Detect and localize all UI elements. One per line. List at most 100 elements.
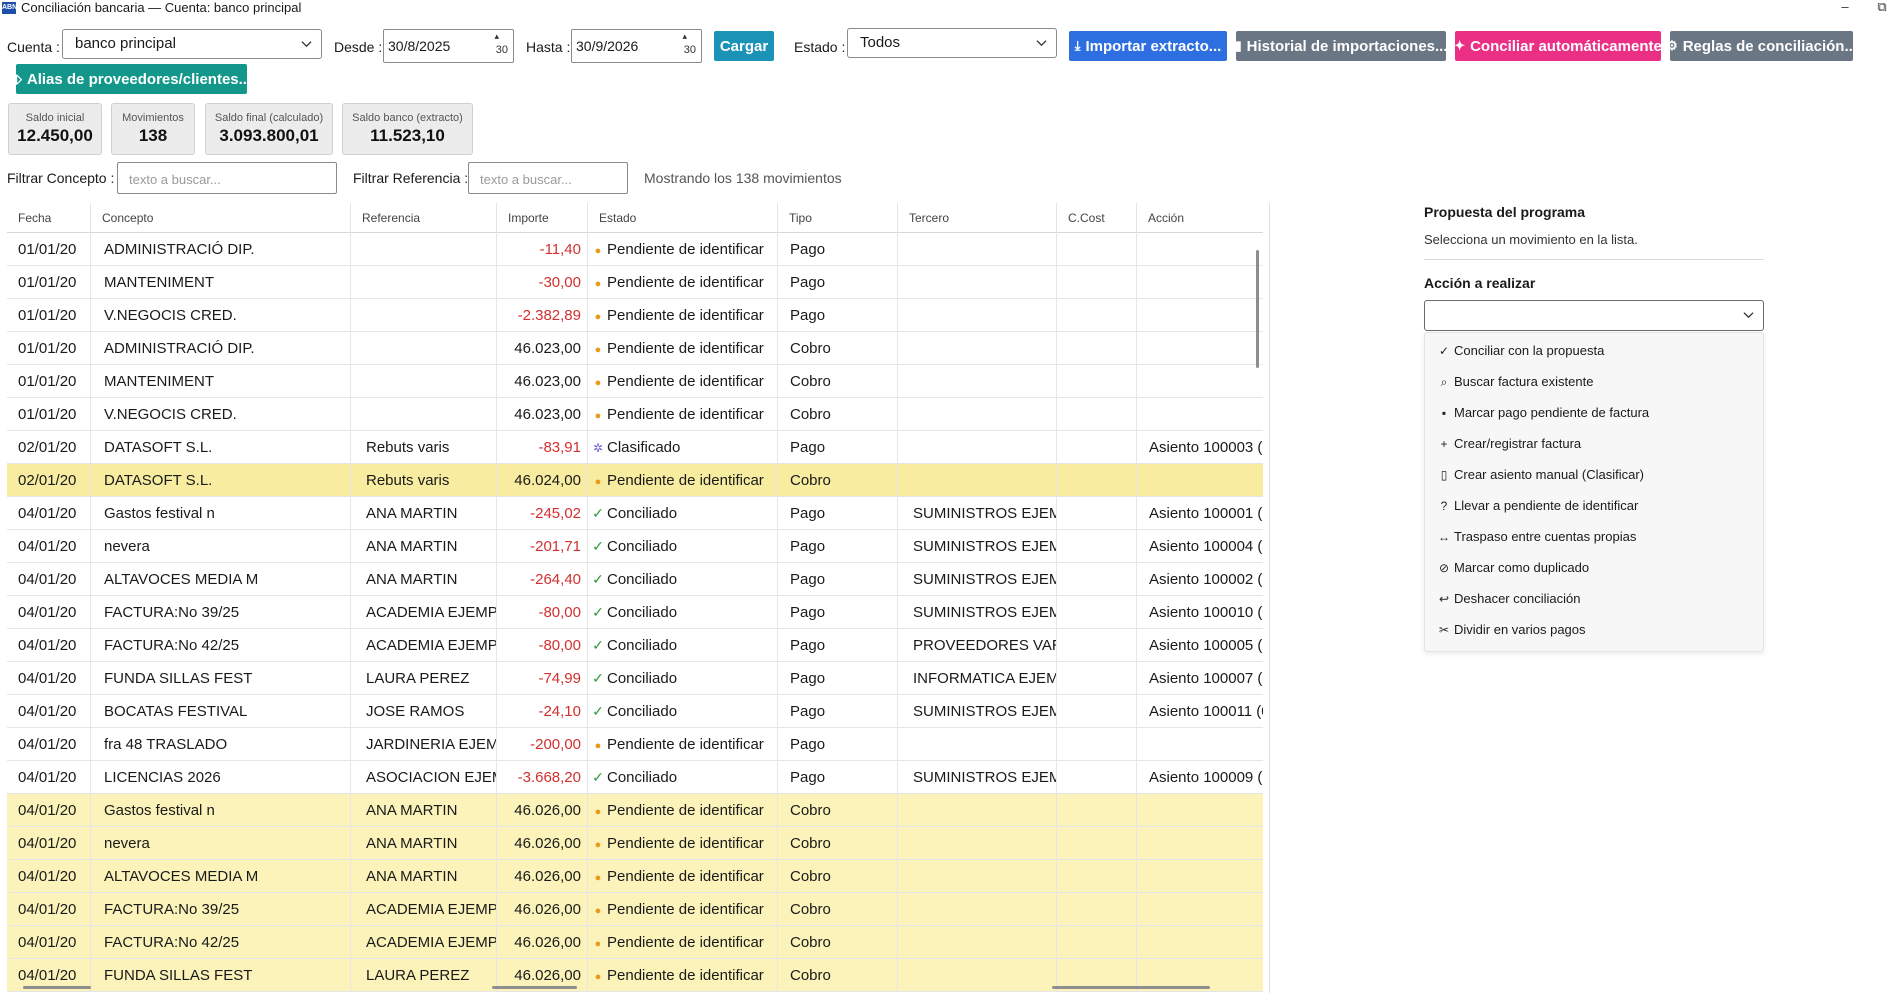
table-row[interactable]: 04/01/20 FACTURA:No 42/25 ACADEMIA EJEMPL 4… [7,926,1263,959]
cell-importe: -74,99 [497,662,588,695]
accion-option[interactable]: ⌕ Buscar factura existente [1436,374,1594,390]
estado-select-value: Todos [860,34,901,51]
horizontal-scrollbar[interactable] [23,986,91,989]
column-header-accion[interactable]: Acción [1137,203,1263,233]
accion-option[interactable]: ⊘ Marcar como duplicado [1436,560,1589,575]
horizontal-scrollbar[interactable] [1052,986,1210,989]
table-row[interactable]: 04/01/20 FACTURA:No 39/25 ACADEMIA EJEMPL 4… [7,893,1263,926]
cell-tercero [898,431,1057,464]
cuenta-select[interactable]: banco principal [62,29,322,59]
restore-button[interactable]: ⧉ [1862,0,1898,15]
accion-option[interactable]: ▯ Crear asiento manual (Clasificar) [1436,467,1644,482]
column-header-ccost[interactable]: C.Cost [1057,203,1137,233]
accion-option[interactable]: ▪ Marcar pago pendiente de factura [1436,405,1649,420]
table-row[interactable]: 04/01/20 Gastos festival n ANA MARTIN 46.02… [7,794,1263,827]
cell-ccost [1057,695,1137,728]
cell-accion [1137,398,1263,431]
accion-option[interactable]: ? Llevar a pendiente de identificar [1436,498,1639,513]
filtrar-referencia-input[interactable]: texto a buscar... [468,162,628,194]
table-header: Fecha Concepto Referencia Importe Estado… [7,203,1263,233]
accion-option[interactable]: ↔ Traspaso entre cuentas propias [1436,529,1636,544]
estado-select[interactable]: Todos [847,28,1057,58]
vertical-scrollbar[interactable] [1256,250,1259,368]
filtrar-concepto-input[interactable]: texto a buscar... [117,162,337,194]
table-row[interactable]: 01/01/20 V.NEGOCIS CRED. -2.382,89 ● Pendien… [7,299,1263,332]
card-value: 3.093.800,01 [219,126,319,145]
column-header-tipo[interactable]: Tipo [778,203,898,233]
accion-option[interactable]: ✂ Dividir en varios pagos [1436,622,1586,637]
minimize-button[interactable]: – [1825,0,1865,15]
alias-proveedores-button[interactable]: ⬖ Alias de proveedores/clientes... [12,64,251,94]
cell-referencia: JARDINERIA EJEM [351,728,497,761]
cargar-button[interactable]: Cargar [714,31,774,61]
table-row[interactable]: 01/01/20 V.NEGOCIS CRED. 46.023,00 ● Pendien… [7,398,1263,431]
cell-estado: ✓ Conciliado [588,662,778,695]
cell-tipo: Pago [778,497,898,530]
column-header-importe[interactable]: Importe [497,203,588,233]
cell-importe: -83,91 [497,431,588,464]
cell-estado: ✓ Conciliado [588,761,778,794]
historial-importaciones-button[interactable]: ▮ Historial de importaciones... [1234,31,1448,61]
cell-accion [1137,794,1263,827]
accion-option[interactable]: ✓ Conciliar con la propuesta [1436,343,1604,358]
cell-importe: 46.023,00 [497,398,588,431]
cell-referencia: ANA MARTIN [351,794,497,827]
table-body: 01/01/20 ADMINISTRACIÓ DIP. -11,40 ● Pendien… [7,233,1263,992]
cell-estado: ● Pendiente de identificar [588,926,778,959]
conciliar-auto-label: Conciliar automáticamente [1470,37,1662,55]
accion-select[interactable] [1424,300,1764,331]
table-row[interactable]: 04/01/20 FUNDA SILLAS FEST LAURA PEREZ -74,… [7,662,1263,695]
cell-fecha: 01/01/20 [7,299,91,332]
table-row[interactable]: 04/01/20 nevera ANA MARTIN 46.026,00 ● Pendie… [7,827,1263,860]
cell-tipo: Cobro [778,398,898,431]
table-row[interactable]: 02/01/20 DATASOFT S.L. Rebuts varis -83,91 ✲… [7,431,1263,464]
column-header-referencia[interactable]: Referencia [351,203,497,233]
question-icon: ? [1440,499,1448,513]
propuesta-text: Selecciona un movimiento en la lista. [1424,232,1638,247]
table-row[interactable]: 01/01/20 MANTENIMENT -30,00 ● Pendiente de i… [7,266,1263,299]
table-row[interactable]: 01/01/20 ADMINISTRACIÓ DIP. -11,40 ● Pendien… [7,233,1263,266]
table-row[interactable]: 04/01/20 FACTURA:No 42/25 ACADEMIA EJEMPL -… [7,629,1263,662]
reglas-conciliacion-button[interactable]: ⚙ Reglas de conciliación... [1666,31,1857,61]
undo-icon: ↩ [1438,592,1450,606]
table-row[interactable]: 01/01/20 ADMINISTRACIÓ DIP. 46.023,00 ● Pend… [7,332,1263,365]
cell-accion [1137,827,1263,860]
hasta-date-picker[interactable]: 30/9/2026 ▴ 30 [571,29,702,63]
table-row[interactable]: 04/01/20 ALTAVOCES MEDIA M ANA MARTIN -264,… [7,563,1263,596]
table-row[interactable]: 04/01/20 LICENCIAS 2026 ASOCIACION EJEM -3.… [7,761,1263,794]
conciliar-automaticamente-button[interactable]: ✦ Conciliar automáticamente [1454,31,1662,61]
cell-concepto: FUNDA SILLAS FEST [91,959,351,992]
desde-label: Desde : [334,39,383,55]
table-row[interactable]: 04/01/20 BOCATAS FESTIVAL JOSE RAMOS -24,10… [7,695,1263,728]
search-icon: ⌕ [1440,375,1448,389]
saldo-banco-card: Saldo banco (extracto) 11.523,10 [342,103,473,155]
cell-importe: 46.023,00 [497,332,588,365]
table-row[interactable]: 04/01/20 Gastos festival n ANA MARTIN -245,… [7,497,1263,530]
column-header-estado[interactable]: Estado [588,203,778,233]
table-row[interactable]: 01/01/20 MANTENIMENT 46.023,00 ● Pendiente d… [7,365,1263,398]
cell-estado: ● Pendiente de identificar [588,794,778,827]
column-header-concepto[interactable]: Concepto [91,203,351,233]
cell-referencia [351,233,497,266]
reconciled-check-icon: ✓ [592,670,604,686]
desde-date-value: 30/8/2025 [388,38,451,54]
cell-estado: ● Pendiente de identificar [588,728,778,761]
accion-option[interactable]: + Crear/registrar factura [1436,436,1581,451]
horizontal-scrollbar[interactable] [492,986,577,989]
desde-date-picker[interactable]: 30/8/2025 ▴ 30 [383,29,514,63]
cell-importe: -200,00 [497,728,588,761]
accion-option[interactable]: ↩ Deshacer conciliación [1436,591,1580,606]
cell-tercero [898,728,1057,761]
table-row[interactable]: 04/01/20 FACTURA:No 39/25 ACADEMIA EJEMPL -… [7,596,1263,629]
table-row[interactable]: 04/01/20 nevera ANA MARTIN -201,71 ✓ Concilia… [7,530,1263,563]
estado-text: Pendiente de identificar [607,868,764,885]
column-header-fecha[interactable]: Fecha [7,203,91,233]
cell-fecha: 04/01/20 [7,926,91,959]
table-row[interactable]: 04/01/20 ALTAVOCES MEDIA M ANA MARTIN 46.02… [7,860,1263,893]
importar-extracto-button[interactable]: ⤓ Importar extracto... [1069,31,1227,61]
cell-referencia: Rebuts varis [351,431,497,464]
column-header-tercero[interactable]: Tercero [898,203,1057,233]
pending-status-icon: ● [594,905,602,917]
table-row[interactable]: 04/01/20 fra 48 TRASLADO JARDINERIA EJEM -2… [7,728,1263,761]
table-row[interactable]: 02/01/20 DATASOFT S.L. Rebuts varis 46.024,… [7,464,1263,497]
